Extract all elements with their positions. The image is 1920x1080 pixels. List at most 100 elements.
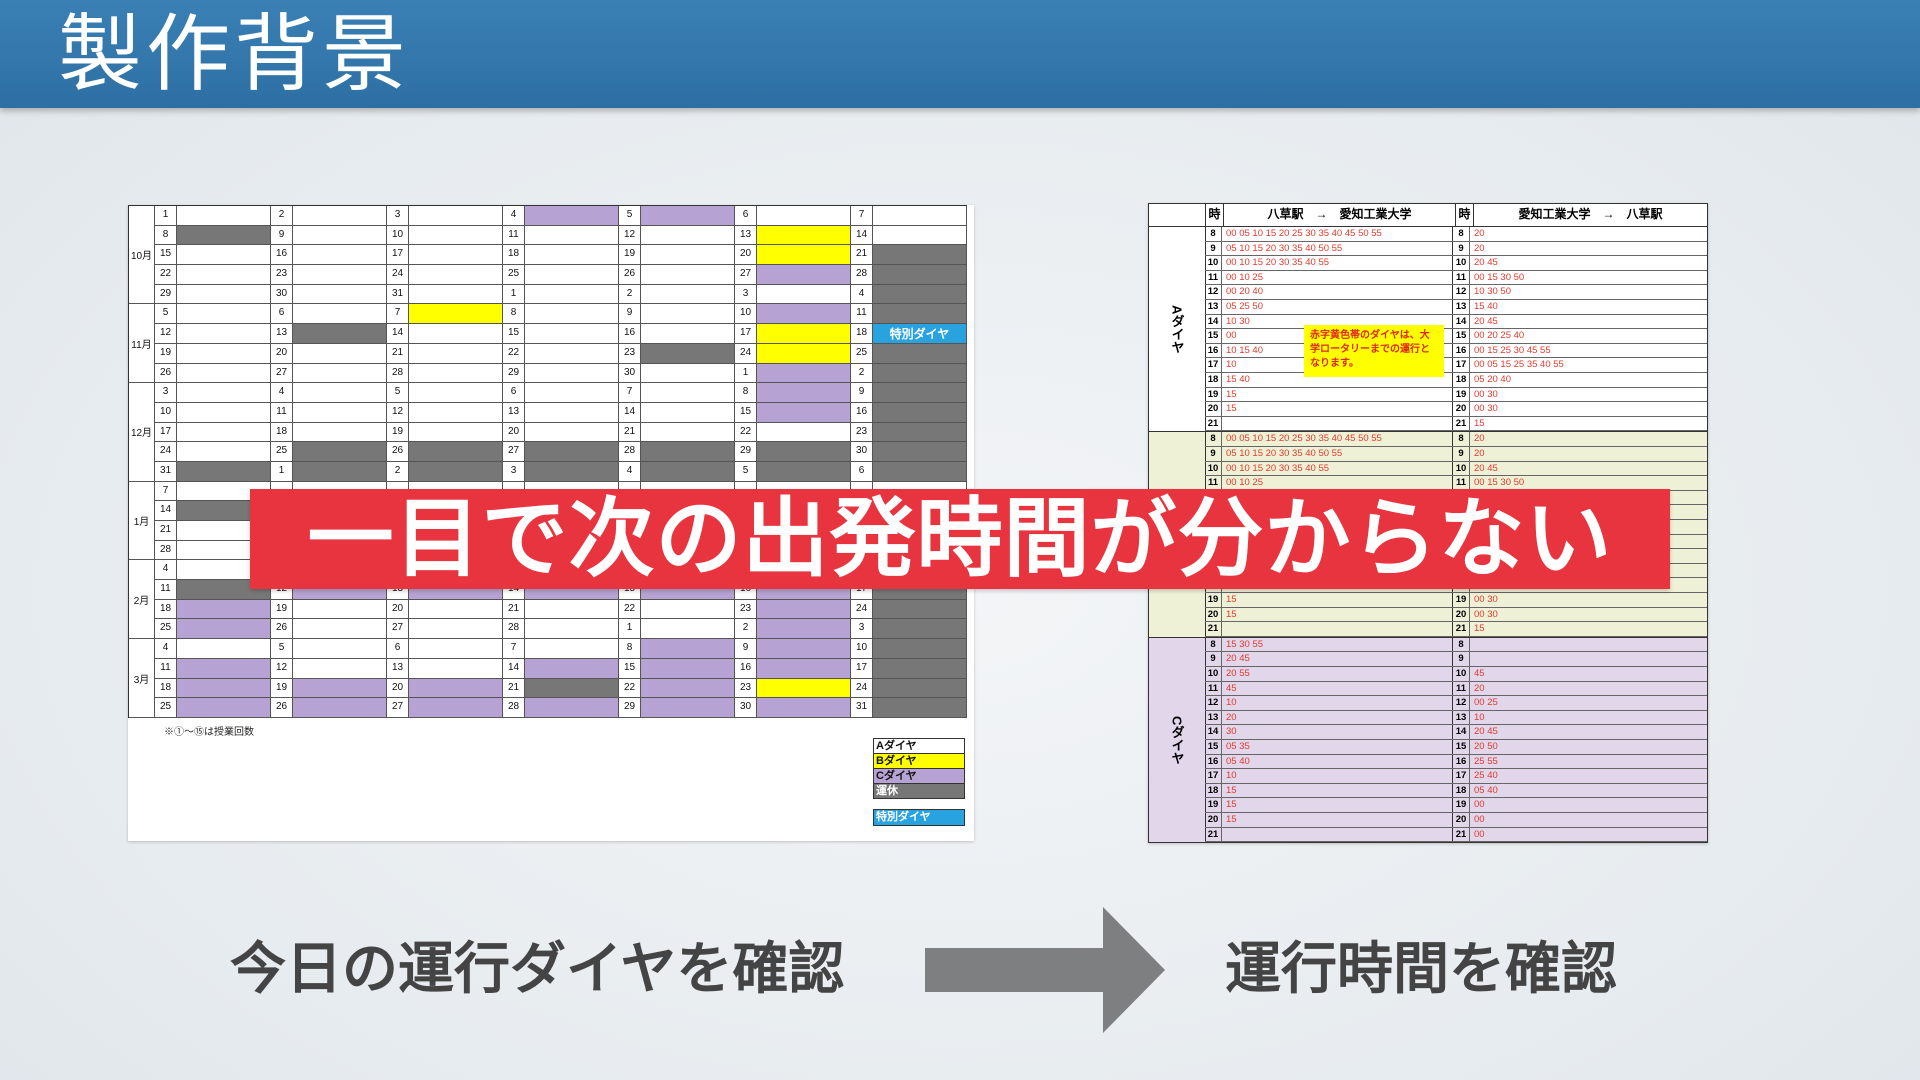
timetable-hour: 18 bbox=[1205, 372, 1222, 387]
calendar-day-number: 15 bbox=[503, 324, 525, 344]
timetable-hour: 14 bbox=[1453, 314, 1470, 329]
calendar-day-number: 16 bbox=[851, 402, 873, 423]
timetable-row: 15 00 15 00 20 25 40 bbox=[1205, 329, 1707, 344]
calendar-day-status bbox=[641, 383, 735, 403]
calendar-day-number: 4 bbox=[271, 383, 293, 403]
timetable-minutes: 00 bbox=[1474, 799, 1485, 811]
timetable-hour: 15 bbox=[1205, 739, 1222, 754]
calendar-day-status bbox=[873, 442, 967, 462]
calendar-day-number: 4 bbox=[155, 560, 177, 581]
calendar-day-number: 27 bbox=[387, 619, 409, 640]
calendar-day-status bbox=[293, 639, 387, 659]
calendar-day-number: 8 bbox=[155, 225, 177, 246]
calendar-day-number: 17 bbox=[851, 658, 873, 679]
calendar-day-status bbox=[177, 422, 271, 443]
calendar-day-status bbox=[409, 442, 503, 462]
timetable-hour: 17 bbox=[1205, 769, 1222, 783]
calendar-day-status bbox=[409, 284, 503, 305]
calendar-day-number: 27 bbox=[735, 265, 757, 285]
caption-right: 運行時間を確認 bbox=[1225, 937, 1617, 1002]
calendar-day-status bbox=[525, 422, 619, 443]
calendar-day-number: 29 bbox=[503, 363, 525, 384]
calendar-month-label: 2月 bbox=[129, 560, 155, 640]
timetable-hour: 20 bbox=[1453, 607, 1470, 622]
calendar-day-number: 6 bbox=[735, 206, 757, 226]
calendar-day-status bbox=[873, 284, 967, 305]
calendar-day-status bbox=[873, 639, 967, 659]
calendar-day-status bbox=[409, 698, 503, 718]
timetable-minutes: 10 bbox=[1222, 696, 1453, 710]
timetable-header-hour2: 時 bbox=[1456, 204, 1474, 226]
timetable-hour: 18 bbox=[1453, 372, 1470, 387]
calendar-day-status bbox=[409, 383, 503, 403]
calendar-day-number: 10 bbox=[155, 402, 177, 423]
calendar-day-status bbox=[293, 324, 387, 344]
legend-off: 運休 bbox=[873, 784, 965, 799]
timetable-minutes: 00 30 bbox=[1474, 608, 1498, 620]
calendar-day-status bbox=[641, 343, 735, 364]
calendar-day-number: 26 bbox=[387, 442, 409, 462]
calendar-day-number: 13 bbox=[503, 402, 525, 423]
timetable-hour: 21 bbox=[1453, 827, 1470, 842]
calendar-day-status bbox=[641, 678, 735, 699]
timetable-hour: 18 bbox=[1453, 783, 1470, 798]
timetable-minutes bbox=[1222, 622, 1453, 636]
timetable-minutes bbox=[1470, 652, 1707, 666]
timetable-minutes: 00 15 30 50 bbox=[1474, 271, 1525, 283]
calendar-day-status bbox=[177, 206, 271, 226]
timetable-hour: 8 bbox=[1453, 432, 1470, 446]
timetable-hour: 19 bbox=[1453, 798, 1470, 812]
calendar-day-number: 8 bbox=[735, 383, 757, 403]
calendar-day-number: 25 bbox=[503, 265, 525, 285]
timetable-minutes: 10 bbox=[1474, 711, 1485, 723]
timetable-hour: 10 bbox=[1453, 461, 1470, 476]
timetable-hour: 8 bbox=[1205, 637, 1222, 652]
timetable-row: 18 15 40 18 05 20 40 bbox=[1205, 372, 1707, 388]
calendar-day-status bbox=[641, 599, 735, 620]
calendar-day-status bbox=[525, 265, 619, 285]
calendar-day-status bbox=[525, 442, 619, 462]
calendar-day-number: 16 bbox=[271, 245, 293, 266]
timetable-hour: 9 bbox=[1205, 446, 1222, 461]
calendar-day-status bbox=[293, 422, 387, 443]
calendar-day-number: 12 bbox=[155, 324, 177, 344]
calendar-day-status bbox=[525, 599, 619, 620]
calendar-day-status bbox=[757, 265, 851, 285]
calendar-day-status bbox=[409, 599, 503, 620]
calendar-day-number: 26 bbox=[271, 698, 293, 718]
calendar-day-status bbox=[293, 343, 387, 364]
timetable-hour: 10 bbox=[1205, 666, 1222, 681]
timetable-minutes: 05 35 bbox=[1222, 739, 1453, 754]
timetable-minutes: 45 bbox=[1474, 667, 1485, 679]
calendar-day-status bbox=[177, 639, 271, 659]
calendar-day-status bbox=[293, 304, 387, 325]
calendar-day-status bbox=[177, 363, 271, 384]
timetable-hour: 17 bbox=[1453, 358, 1470, 372]
calendar-day-status bbox=[293, 402, 387, 423]
calendar-day-number: 1 bbox=[619, 619, 641, 640]
timetable-hour: 11 bbox=[1205, 270, 1222, 285]
calendar-day-number: 3 bbox=[503, 461, 525, 482]
calendar-day-number: 1 bbox=[735, 363, 757, 384]
calendar-day-number: 18 bbox=[851, 324, 873, 344]
calendar-day-status bbox=[525, 324, 619, 344]
calendar-day-status bbox=[409, 304, 503, 325]
calendar-day-status bbox=[177, 304, 271, 325]
timetable-minutes: 20 bbox=[1474, 433, 1485, 445]
calendar-day-number: 22 bbox=[619, 599, 641, 620]
calendar-day-number: 2 bbox=[851, 363, 873, 384]
calendar-day-number: 25 bbox=[271, 442, 293, 462]
calendar-day-number: 27 bbox=[503, 442, 525, 462]
calendar-day-status bbox=[525, 225, 619, 246]
calendar-day-number: 8 bbox=[503, 304, 525, 325]
calendar-day-status bbox=[525, 402, 619, 423]
calendar-day-status bbox=[525, 284, 619, 305]
calendar-day-number: 3 bbox=[851, 619, 873, 640]
calendar-day-number: 19 bbox=[387, 422, 409, 443]
timetable-row: 11 45 11 20 bbox=[1205, 681, 1707, 697]
timetable-hour: 19 bbox=[1205, 592, 1222, 607]
timetable-row: 16 05 40 16 25 55 bbox=[1205, 754, 1707, 770]
slide-title: 製作背景 bbox=[58, 5, 411, 103]
calendar-day-number: 20 bbox=[387, 678, 409, 699]
calendar-day-number: 30 bbox=[851, 442, 873, 462]
